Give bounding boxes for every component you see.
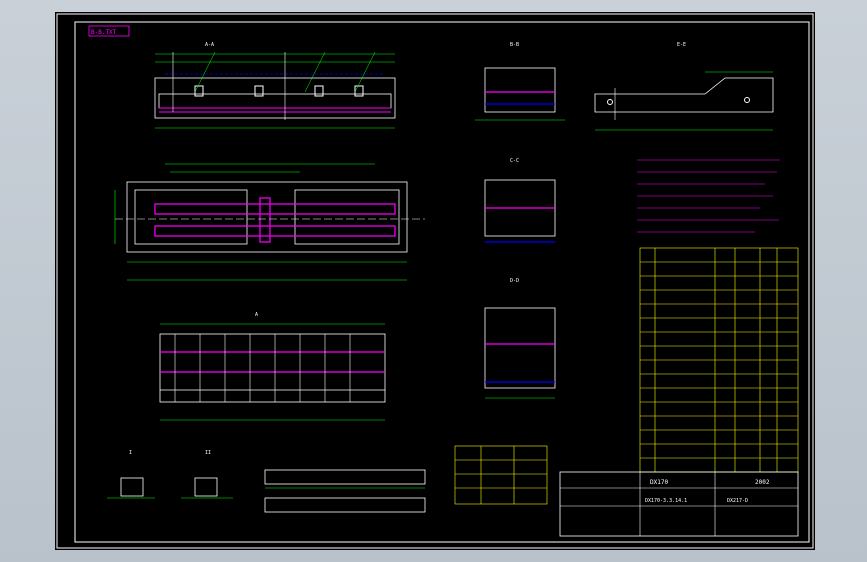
detail-ii: II xyxy=(181,450,233,499)
detail-i: I xyxy=(107,450,155,499)
section-label-b: B-B xyxy=(510,42,519,48)
drawing-sheet[interactable]: B-B.TXT A-A A B-B C-C D-D E-E DX170 2002… xyxy=(55,12,815,550)
section-view-c: C-C xyxy=(484,158,556,243)
title-drawing-no: DX170-3.3.14.1 xyxy=(645,498,687,504)
bottom-strip-view xyxy=(264,469,426,513)
section-view-d: D-D xyxy=(484,278,556,399)
technical-notes xyxy=(637,159,780,233)
section-view-b: B-B xyxy=(475,42,565,121)
view-label: B-B.TXT xyxy=(91,29,117,36)
detail-label-i: I xyxy=(129,450,132,456)
view-label-a: A xyxy=(255,312,258,318)
parts-list xyxy=(639,247,799,473)
cad-drawing: B-B.TXT A-A A B-B C-C D-D E-E DX170 2002… xyxy=(56,13,814,549)
detail-label-ii: II xyxy=(205,450,211,456)
section-label-a: A-A xyxy=(205,42,214,48)
title-drawing-code: DX217-D xyxy=(727,498,748,504)
section-label-c: C-C xyxy=(510,158,519,164)
inner-frame xyxy=(74,21,810,543)
section-label-e: E-E xyxy=(677,42,686,48)
bottom-view: A xyxy=(159,312,386,421)
section-label-d: D-D xyxy=(510,278,519,284)
title-year: 2002 xyxy=(755,479,770,486)
weld-table xyxy=(454,445,548,505)
title-company: DX170 xyxy=(650,479,668,486)
detail-view-e: E-E xyxy=(594,42,774,131)
plan-view xyxy=(114,163,425,281)
front-view: A-A xyxy=(154,42,396,129)
cad-viewport[interactable]: B-B.TXT A-A A B-B C-C D-D E-E DX170 2002… xyxy=(0,0,867,562)
title-block: DX170 2002 DX170-3.3.14.1 DX217-D xyxy=(559,471,799,537)
